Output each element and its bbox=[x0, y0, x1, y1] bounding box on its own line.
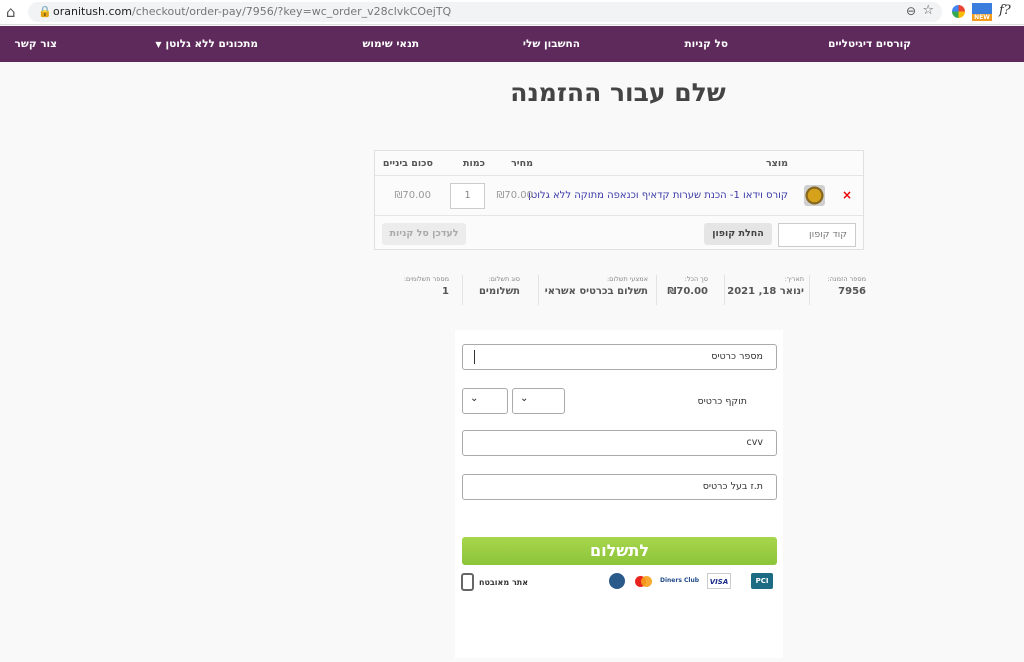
chevron-down-icon: ⌄ bbox=[470, 393, 479, 404]
url-host: oranitush.com bbox=[53, 5, 132, 18]
overview-label: סך הכל: bbox=[684, 275, 708, 283]
browser-toolbar: ⌂ 🔒 oranitush.com/checkout/order-pay/795… bbox=[0, 0, 1024, 25]
table-row: × קורס וידאו 1- הכנת שערות קדאיף וכנאפה … bbox=[375, 176, 863, 216]
chevron-down-icon: ▼ bbox=[155, 40, 162, 49]
color-extension-icon[interactable] bbox=[952, 5, 965, 18]
overview-payment-type: סוג תשלום: תשלומים bbox=[462, 275, 520, 305]
quantity-input[interactable]: 1 bbox=[450, 183, 485, 209]
expiry-label: תוקף כרטיס bbox=[697, 396, 747, 407]
overview-value: 1 bbox=[442, 286, 449, 297]
overview-date: תאריך: ינואר 18, 2021 bbox=[724, 275, 804, 305]
id-placeholder: ת.ז בעל כרטיס bbox=[702, 481, 763, 492]
product-price: ₪70.00 bbox=[496, 190, 533, 201]
overview-label: סוג תשלום: bbox=[488, 275, 520, 283]
card-brand-logos: PCI VISA Diners Club bbox=[455, 573, 783, 591]
overview-value: תשלום בכרטיס אשראי bbox=[544, 286, 648, 297]
zoom-icon[interactable]: ⊖ bbox=[906, 4, 916, 18]
page-title: שלם עבור ההזמנה bbox=[510, 78, 726, 107]
remove-item-icon[interactable]: × bbox=[842, 188, 852, 202]
font-extension-icon[interactable]: f? bbox=[999, 3, 1011, 18]
expiry-month-select[interactable]: ⌄ bbox=[512, 388, 565, 414]
overview-label: מספר תשלומים: bbox=[403, 275, 449, 283]
card-number-placeholder: מספר כרטיס bbox=[711, 351, 763, 362]
header-quantity: כמות bbox=[462, 158, 485, 169]
visa-logo: VISA bbox=[707, 573, 731, 589]
mastercard-logo bbox=[635, 573, 653, 589]
pci-logo: PCI bbox=[751, 573, 773, 589]
apply-coupon-button[interactable]: החלת קופון bbox=[704, 223, 772, 245]
nav-item-label: מתכונים ללא גלוטן bbox=[165, 38, 258, 50]
nav-item-digital-courses[interactable]: קורסים דיגיטליים bbox=[828, 26, 911, 62]
table-header: מוצר מחיר כמות סכום ביניים bbox=[375, 151, 863, 176]
overview-value: ₪70.00 bbox=[667, 286, 708, 297]
update-cart-button[interactable]: לעדכן סל קניות bbox=[382, 223, 466, 245]
diners-club-logo: Diners Club bbox=[659, 577, 700, 584]
nav-item-cart[interactable]: סל קניות bbox=[684, 26, 728, 62]
site-navigation: קורסים דיגיטליים סל קניות החשבון שלי תנא… bbox=[0, 26, 1024, 62]
payment-form: מספר כרטיס תוקף כרטיס ⌄ ⌄ cvv ת.ז בעל כר… bbox=[455, 330, 783, 658]
overview-total: סך הכל: ₪70.00 bbox=[656, 275, 708, 305]
security-badge-icon bbox=[609, 573, 625, 589]
bookmark-star-icon[interactable]: ☆ bbox=[922, 3, 934, 18]
overview-value: תשלומים bbox=[478, 286, 520, 297]
nav-item-my-account[interactable]: החשבון שלי bbox=[523, 26, 580, 62]
text-cursor bbox=[474, 350, 475, 364]
id-number-input[interactable]: ת.ז בעל כרטיס bbox=[462, 474, 777, 500]
header-subtotal: סכום ביניים bbox=[382, 158, 433, 169]
card-number-input[interactable]: מספר כרטיס bbox=[462, 344, 777, 370]
overview-value: ינואר 18, 2021 bbox=[727, 286, 804, 297]
new-badge: NEW bbox=[972, 14, 992, 21]
pay-button[interactable]: לתשלום bbox=[462, 537, 777, 565]
coupon-input[interactable]: קוד קופון bbox=[778, 223, 856, 247]
chevron-down-icon: ⌄ bbox=[520, 393, 529, 404]
url-path: /checkout/order-pay/7956/?key=wc_order_v… bbox=[132, 5, 452, 18]
lock-icon[interactable]: 🔒 bbox=[38, 5, 52, 18]
expiry-year-select[interactable]: ⌄ bbox=[462, 388, 508, 414]
new-extension-icon[interactable]: NEW bbox=[972, 3, 992, 21]
nav-item-gluten-free-recipes[interactable]: מתכונים ללא גלוטן▼ bbox=[155, 26, 258, 62]
overview-label: אמצעי תשלום: bbox=[606, 275, 648, 283]
cvv-input[interactable]: cvv bbox=[462, 430, 777, 456]
overview-value: 7956 bbox=[838, 286, 866, 297]
address-bar[interactable]: 🔒 oranitush.com/checkout/order-pay/7956/… bbox=[28, 2, 942, 22]
product-link[interactable]: קורס וידאו 1- הכנת שערות קדאיף וכנאפה מת… bbox=[528, 190, 788, 201]
product-subtotal: ₪70.00 bbox=[394, 190, 431, 201]
order-table: מוצר מחיר כמות סכום ביניים × קורס וידאו … bbox=[374, 150, 864, 250]
nav-item-contact[interactable]: צור קשר bbox=[15, 26, 57, 62]
order-overview: מספר הזמנה: 7956 תאריך: ינואר 18, 2021 ס… bbox=[374, 275, 866, 305]
header-price: מחיר bbox=[511, 158, 533, 169]
header-product: מוצר bbox=[765, 158, 788, 169]
overview-label: מספר הזמנה: bbox=[827, 275, 866, 283]
overview-installments: מספר תשלומים: 1 bbox=[374, 275, 449, 305]
overview-order-number: מספר הזמנה: 7956 bbox=[809, 275, 866, 305]
overview-label: תאריך: bbox=[784, 275, 804, 283]
home-icon[interactable]: ⌂ bbox=[6, 4, 22, 20]
cvv-placeholder: cvv bbox=[746, 437, 763, 448]
overview-payment-method: אמצעי תשלום: תשלום בכרטיס אשראי bbox=[538, 275, 648, 305]
nav-item-terms[interactable]: תנאי שימוש bbox=[362, 26, 419, 62]
url-text[interactable]: oranitush.com/checkout/order-pay/7956/?k… bbox=[53, 5, 451, 18]
product-thumbnail[interactable] bbox=[804, 185, 825, 206]
